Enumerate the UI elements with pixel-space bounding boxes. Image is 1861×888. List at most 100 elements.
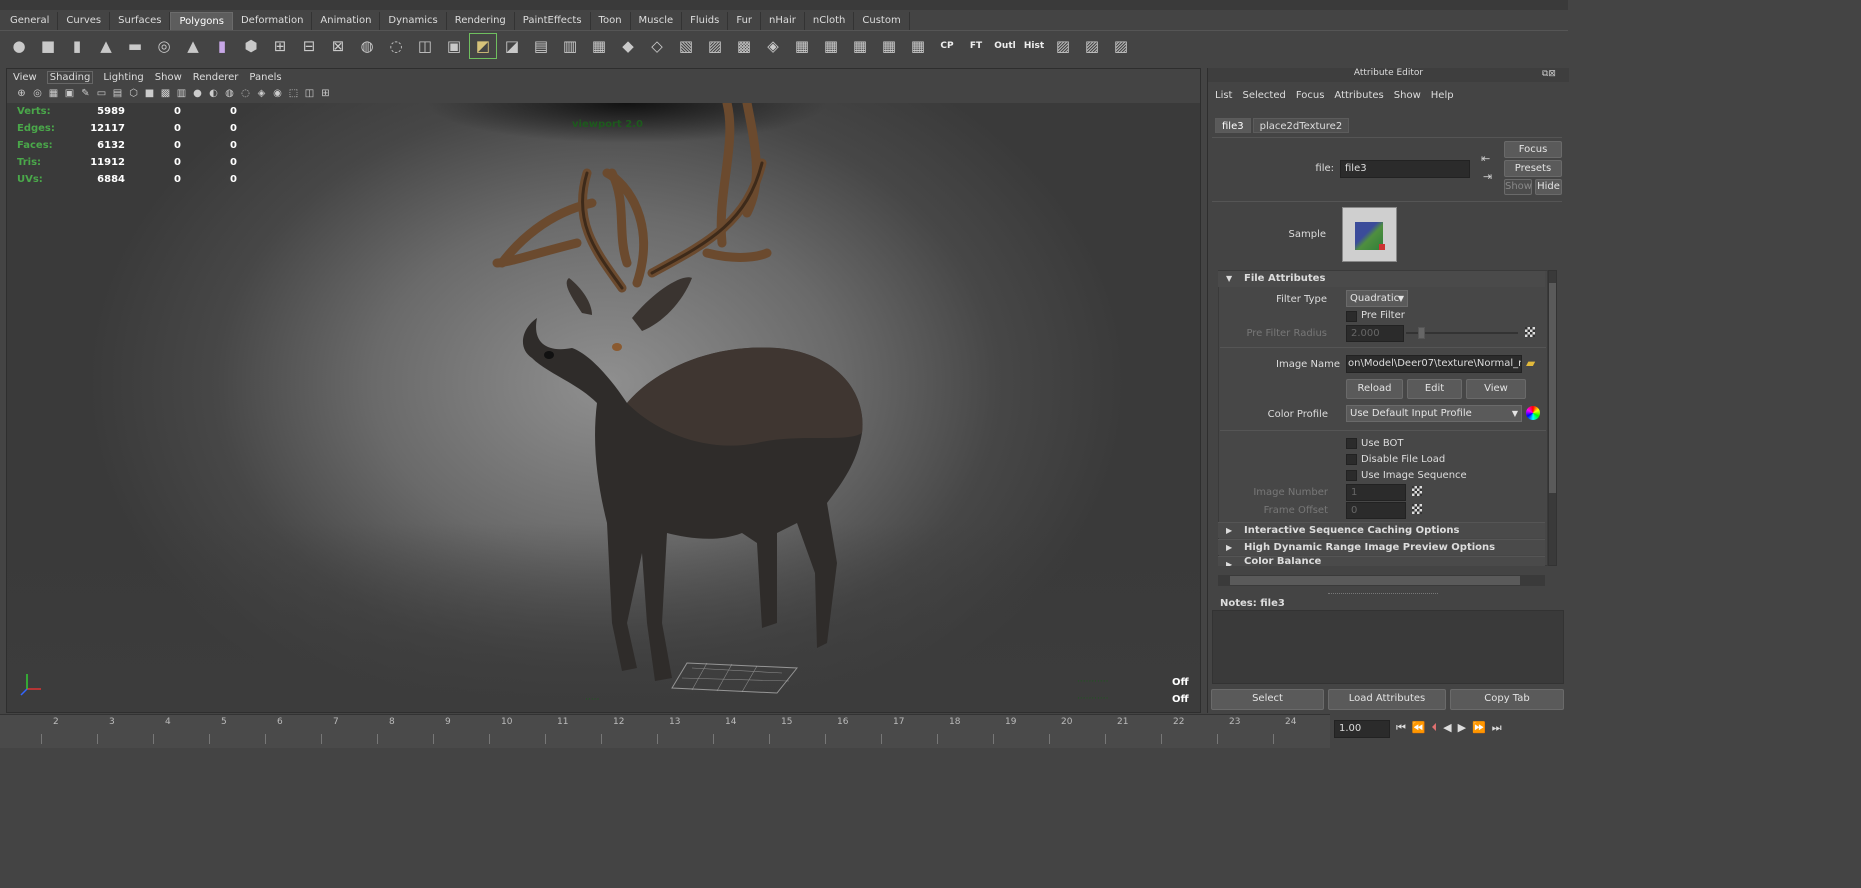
viewport-menu-lighting[interactable]: Lighting	[103, 72, 143, 83]
select-button[interactable]: Select	[1211, 689, 1324, 710]
shelf-tab-deformation[interactable]: Deformation	[233, 12, 313, 30]
play-forwards-icon[interactable]: ▶	[1458, 721, 1466, 735]
view-button[interactable]: View	[1466, 379, 1526, 399]
viewport-menu-shading[interactable]: Shading	[46, 70, 94, 84]
bookmark-icon[interactable]: ▦	[47, 87, 60, 100]
poly-plane-icon[interactable]: ▬	[122, 34, 148, 58]
shelf-tab-muscle[interactable]: Muscle	[631, 12, 683, 30]
wireframe-on-shaded-icon[interactable]: ▩	[159, 87, 172, 100]
shelf-tab-general[interactable]: General	[2, 12, 59, 30]
ae-tab-place2dtexture2[interactable]: place2dTexture2	[1252, 118, 1350, 133]
image-number-field[interactable]: 1	[1346, 484, 1406, 501]
shelf-tab-custom[interactable]: Custom	[854, 12, 910, 30]
go-to-start-icon[interactable]: ⏮	[1396, 721, 1406, 735]
step-forward-key-icon[interactable]: ⏩	[1472, 721, 1486, 735]
folder-icon[interactable]: ▰	[1526, 356, 1535, 370]
poly-cone-icon[interactable]: ▲	[93, 34, 119, 58]
step-back-frame-icon[interactable]: ⏴	[1432, 721, 1438, 735]
xray-icon[interactable]: ◫	[303, 87, 316, 100]
pre-filter-radius-field[interactable]: 2.000	[1346, 325, 1404, 342]
ae-menu-show[interactable]: Show	[1394, 90, 1421, 101]
resolution-gate-icon[interactable]: ▭	[95, 87, 108, 100]
soccer-ball-icon[interactable]: ⬢	[238, 34, 264, 58]
xray-joints-icon[interactable]: ⊞	[319, 87, 332, 100]
uv-cylindrical-icon[interactable]: ▨	[702, 34, 728, 58]
shelf-tab-surfaces[interactable]: Surfaces	[110, 12, 171, 30]
shelf-tab-rendering[interactable]: Rendering	[447, 12, 515, 30]
notes-textarea[interactable]	[1212, 610, 1564, 684]
append-polygon-icon[interactable]: ▦	[586, 34, 612, 58]
horizontal-scrollbar[interactable]	[1218, 575, 1545, 586]
section-color-balance[interactable]: ▶ Color Balance	[1218, 556, 1545, 566]
combine-icon[interactable]: ⊞	[267, 34, 293, 58]
shelf-tab-dynamics[interactable]: Dynamics	[380, 12, 447, 30]
poly-cylinder-icon[interactable]: ▮	[64, 34, 90, 58]
pane-splitter[interactable]	[1328, 593, 1438, 595]
ae-menu-focus[interactable]: Focus	[1296, 90, 1325, 101]
mirror-icon[interactable]: ◫	[412, 34, 438, 58]
gate-mask-icon[interactable]: ▤	[111, 87, 124, 100]
ae-menu-list[interactable]: List	[1215, 90, 1232, 101]
bridge-icon[interactable]: ▥	[557, 34, 583, 58]
input-connection-icon[interactable]: ⇤	[1481, 152, 1490, 165]
uv-editor-icon[interactable]: ▨	[1050, 34, 1076, 58]
checker-3-icon[interactable]: ▦	[847, 34, 873, 58]
insert-edgeloop-icon[interactable]: ◪	[499, 34, 525, 58]
checker-5-icon[interactable]: ▦	[905, 34, 931, 58]
extract-icon[interactable]: ⊠	[325, 34, 351, 58]
color-management-icon[interactable]	[1526, 406, 1540, 420]
viewport-menu-panels[interactable]: Panels	[249, 72, 281, 83]
ae-menu-selected[interactable]: Selected	[1242, 90, 1285, 101]
checker-2-icon[interactable]: ▦	[818, 34, 844, 58]
isolate-select-icon[interactable]: ⬚	[287, 87, 300, 100]
reload-button[interactable]: Reload	[1346, 379, 1403, 399]
grease-pencil-icon[interactable]: ✎	[79, 87, 92, 100]
presets-button[interactable]: Presets	[1504, 160, 1562, 177]
map-button-icon[interactable]	[1412, 504, 1422, 514]
extrude-face-icon[interactable]: ▣	[441, 34, 467, 58]
shelf-tab-fluids[interactable]: Fluids	[682, 12, 729, 30]
poly-cube-icon[interactable]: ■	[35, 34, 61, 58]
current-frame-field[interactable]: 1.00	[1334, 720, 1390, 738]
disable-file-load-checkbox[interactable]	[1346, 454, 1357, 465]
edit-button[interactable]: Edit	[1407, 379, 1462, 399]
focus-button[interactable]: Focus	[1504, 141, 1562, 158]
ae-menu-help[interactable]: Help	[1431, 90, 1454, 101]
slider-handle[interactable]	[1418, 327, 1425, 339]
depth-of-field-icon[interactable]: ◉	[271, 87, 284, 100]
shelf-tab-curves[interactable]: Curves	[58, 12, 111, 30]
checker-icon[interactable]: ▦	[789, 34, 815, 58]
bevel-icon[interactable]: ▤	[528, 34, 554, 58]
color-profile-dropdown[interactable]: Use Default Input Profile ▼	[1346, 405, 1522, 422]
3d-viewport[interactable]: viewport 2.0 Verts: 5989 0 0 Edges: 12117 0 0 Fa…	[7, 103, 1200, 712]
section-interactive-sequence-caching[interactable]: ▶ Interactive Sequence Caching Options	[1218, 522, 1545, 538]
show-button[interactable]: Show	[1504, 179, 1532, 195]
collapse-icon[interactable]: ◇	[644, 34, 670, 58]
split-polygon-icon[interactable]: ◩	[469, 32, 497, 59]
shelf-tab-toon[interactable]: Toon	[591, 12, 631, 30]
reindeer-model[interactable]	[477, 103, 897, 712]
ft-shelf-button[interactable]: FT	[963, 34, 989, 58]
viewport-menu-show[interactable]: Show	[155, 72, 182, 83]
sculpt-icon[interactable]: ◈	[760, 34, 786, 58]
vertical-scrollbar[interactable]	[1548, 270, 1557, 566]
screen-space-ao-icon[interactable]: ◍	[223, 87, 236, 100]
output-connection-icon[interactable]: ⇥	[1483, 170, 1492, 183]
section-hdr-preview[interactable]: ▶ High Dynamic Range Image Preview Option…	[1218, 539, 1545, 555]
motion-blur-icon[interactable]: ◌	[239, 87, 252, 100]
cp-shelf-button[interactable]: CP	[934, 34, 960, 58]
ae-menu-attributes[interactable]: Attributes	[1334, 90, 1383, 101]
shelf-tab-painteffects[interactable]: PaintEffects	[515, 12, 591, 30]
use-image-sequence-checkbox[interactable]	[1346, 470, 1357, 481]
go-to-end-icon[interactable]: ⏭	[1492, 721, 1502, 735]
merge-icon[interactable]: ◆	[615, 34, 641, 58]
shadows-icon[interactable]: ◐	[207, 87, 220, 100]
filter-type-dropdown[interactable]: Quadratic ▼	[1346, 290, 1408, 307]
hypershade-icon[interactable]: ▨	[1079, 34, 1105, 58]
copy-tab-button[interactable]: Copy Tab	[1450, 689, 1564, 710]
load-attributes-button[interactable]: Load Attributes	[1328, 689, 1446, 710]
camera-attributes-icon[interactable]: ◎	[31, 87, 44, 100]
checker-4-icon[interactable]: ▦	[876, 34, 902, 58]
poly-pyramid-icon[interactable]: ▲	[180, 34, 206, 58]
average-vertices-icon[interactable]: ◌	[383, 34, 409, 58]
